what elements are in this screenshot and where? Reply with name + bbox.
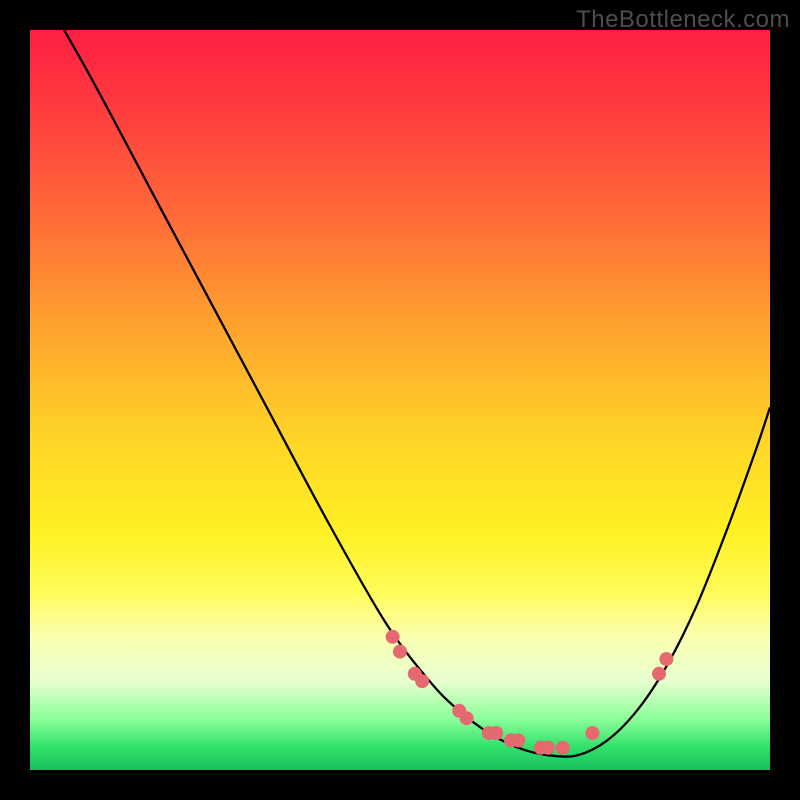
watermark-text: TheBottleneck.com [576,6,790,34]
data-point [653,667,666,680]
data-point [586,727,599,740]
data-point [556,741,569,754]
data-point [386,630,399,643]
chart-frame: TheBottleneck.com [0,0,800,800]
data-point [490,727,503,740]
data-points-group [386,630,673,754]
data-point [460,712,473,725]
data-point [660,653,673,666]
bottleneck-curve [30,0,770,757]
data-point [416,675,429,688]
plot-area [30,30,770,770]
data-point [512,734,525,747]
data-point [394,645,407,658]
data-point [542,741,555,754]
chart-svg [30,30,770,770]
